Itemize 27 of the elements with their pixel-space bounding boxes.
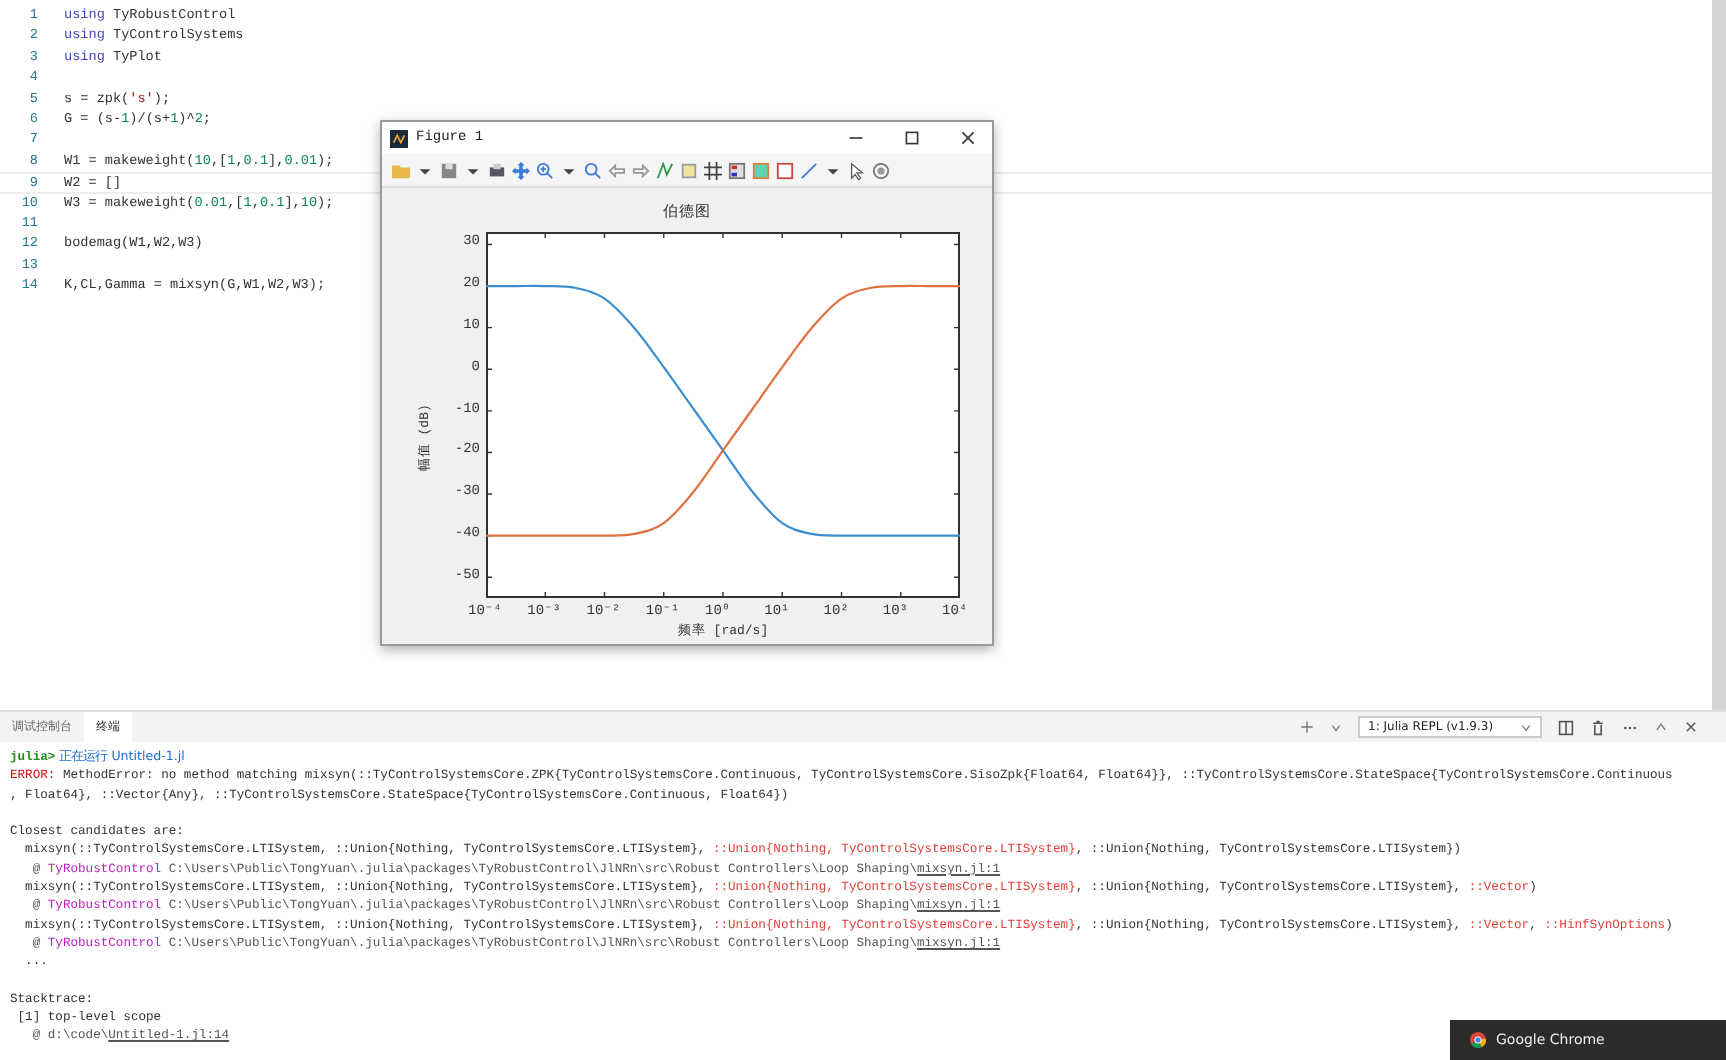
grid-icon[interactable]	[704, 161, 722, 179]
chevron-down-icon[interactable]	[1330, 721, 1342, 733]
rotate-icon[interactable]	[872, 161, 890, 179]
zoom-in-icon[interactable]	[536, 161, 554, 179]
pointer-icon[interactable]	[848, 161, 866, 179]
chrome-icon	[1470, 1032, 1486, 1048]
plus-icon[interactable]	[1300, 720, 1314, 734]
split-icon[interactable]	[1558, 719, 1574, 735]
arrow-left-icon[interactable]	[608, 161, 626, 179]
data-cursor-icon[interactable]	[656, 161, 674, 179]
print-icon[interactable]	[488, 161, 506, 179]
save-icon[interactable]	[440, 161, 458, 179]
frame-icon[interactable]	[776, 161, 794, 179]
close-icon[interactable]	[960, 130, 976, 146]
legend-icon[interactable]	[728, 161, 746, 179]
close-icon[interactable]	[1684, 720, 1698, 734]
note-icon[interactable]	[680, 161, 698, 179]
trash-icon[interactable]	[1590, 719, 1606, 735]
chevron-up-icon[interactable]	[1654, 720, 1668, 734]
app-icon	[390, 129, 408, 147]
pan-icon[interactable]	[512, 161, 530, 179]
line-icon[interactable]	[800, 161, 818, 179]
arrow-right-icon[interactable]	[632, 161, 650, 179]
chevron-down-icon	[1520, 721, 1532, 733]
maximize-icon[interactable]	[904, 130, 920, 146]
colorbar-icon[interactable]	[752, 161, 770, 179]
zoom-out-icon[interactable]	[584, 161, 602, 179]
